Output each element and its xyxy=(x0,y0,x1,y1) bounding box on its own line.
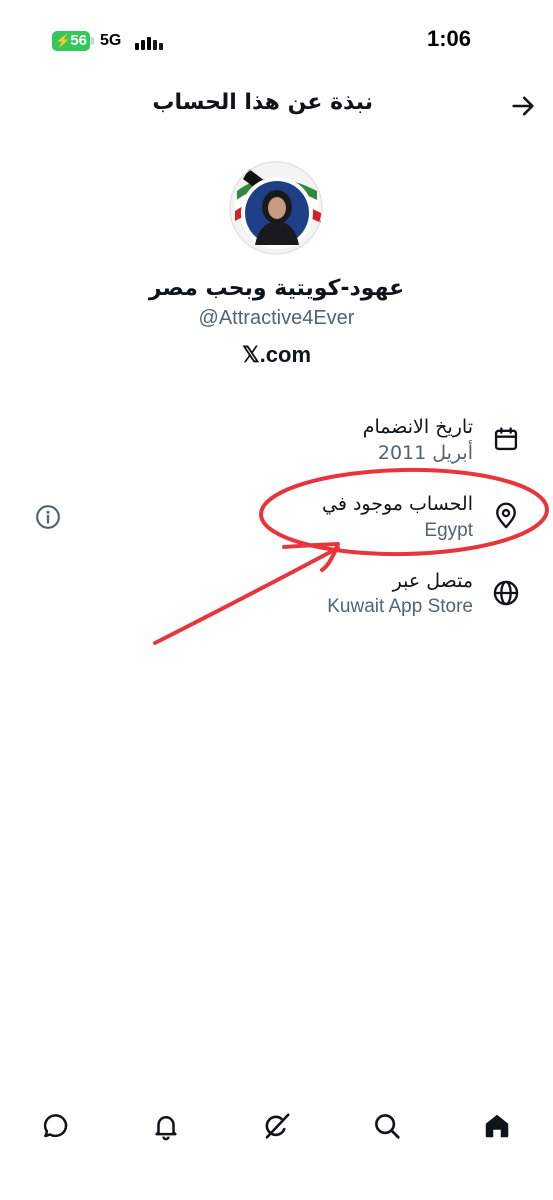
joined-value: أبريل 2011 xyxy=(377,442,473,464)
display-name: عهود-كويتية وبحب مصر xyxy=(148,276,405,301)
chat-icon[interactable] xyxy=(41,1111,71,1141)
location-value: Egypt xyxy=(424,520,473,541)
connected-label: متصل عبر xyxy=(392,570,473,592)
avatar-image xyxy=(229,161,323,255)
globe-icon xyxy=(493,580,519,606)
search-icon[interactable] xyxy=(372,1111,402,1141)
info-icon[interactable] xyxy=(35,504,61,530)
platform-label: 𝕏.com xyxy=(241,342,312,367)
page-title: نبذة عن هذا الحساب xyxy=(152,90,373,115)
grok-icon[interactable] xyxy=(262,1111,292,1141)
annotation-arrow-shaft xyxy=(153,546,340,645)
charging-icon: ⚡ xyxy=(55,33,72,48)
annotation-arrow-head xyxy=(282,542,340,572)
network-type: 5G xyxy=(100,32,122,49)
signal-icon xyxy=(135,34,163,50)
battery-level: 56 xyxy=(70,32,87,49)
status-time: 1:06 xyxy=(426,26,471,51)
battery-indicator: ⚡ 56 xyxy=(52,31,90,51)
connected-value: Kuwait App Store xyxy=(327,596,473,617)
home-icon[interactable] xyxy=(482,1111,512,1141)
avatar[interactable] xyxy=(229,161,323,255)
username: @Attractive4Ever xyxy=(198,307,355,329)
joined-label: تاريخ الانضمام xyxy=(362,416,473,438)
location-label: الحساب موجود في xyxy=(322,493,473,515)
bell-icon[interactable] xyxy=(151,1111,181,1141)
calendar-icon xyxy=(494,427,518,451)
arrow-right-icon[interactable] xyxy=(509,92,537,120)
battery-tip xyxy=(91,37,94,45)
location-pin-icon xyxy=(496,502,516,529)
